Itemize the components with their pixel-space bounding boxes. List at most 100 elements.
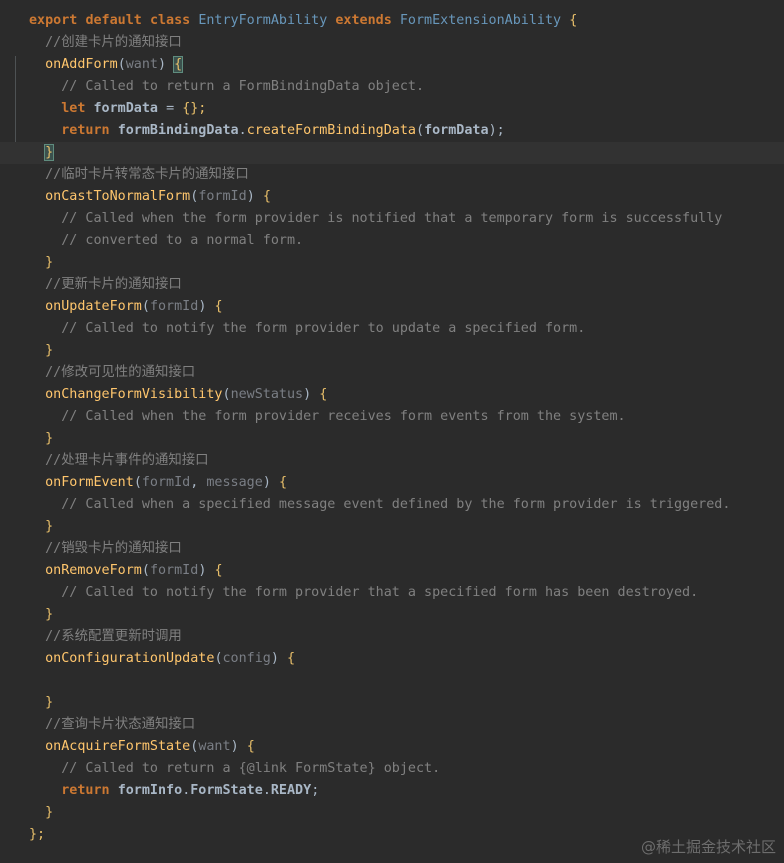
comment: //创建卡片的通知接口 [45,35,182,50]
comment: //更新卡片的通知接口 [45,277,182,292]
code-line[interactable]: export default class EntryFormAbility ex… [0,10,784,32]
separator: , [190,475,207,490]
code-line[interactable]: //修改可见性的通知接口 [0,362,784,384]
parameter: formId [141,475,191,490]
paren: ) [158,57,167,72]
method-name: onAddForm [45,57,118,72]
paren: ) [198,299,207,314]
paren: ) [262,475,271,490]
code-line[interactable]: return formInfo.FormState.READY; [0,780,784,802]
code-line[interactable]: // Called to notify the form provider to… [0,318,784,340]
property: FormState [190,783,263,798]
code-line[interactable]: // Called when a specified message event… [0,494,784,516]
paren: ( [141,299,150,314]
code-line[interactable]: } [0,340,784,362]
parameter: formId [149,299,199,314]
brace: } [45,805,54,820]
brace: { [569,13,578,28]
watermark: @稀土掘金技术社区 [640,838,776,856]
paren: ( [416,123,425,138]
code-line[interactable]: let formData = {}; [0,98,784,120]
code-line[interactable]: //更新卡片的通知接口 [0,274,784,296]
class-name: FormExtensionAbility [399,13,562,28]
paren: ); [488,123,505,138]
method-name: onUpdateForm [45,299,142,314]
code-line[interactable]: onAcquireFormState(want) { [0,736,784,758]
code-line[interactable]: onUpdateForm(formId) { [0,296,784,318]
current-line[interactable]: } [0,142,784,164]
paren: ( [133,475,142,490]
code-line[interactable]: //系统配置更新时调用 [0,626,784,648]
code-line[interactable]: //查询卡片状态通知接口 [0,714,784,736]
dot: . [262,783,271,798]
brace: { [246,739,255,754]
code-line[interactable]: // Called when the form provider is noti… [0,208,784,230]
code-line[interactable]: onConfigurationUpdate(config) { [0,648,784,670]
code-line-empty[interactable] [0,670,784,692]
brace: { [214,563,223,578]
brace: } [45,255,54,270]
comment: //临时卡片转常态卡片的通知接口 [45,167,249,182]
code-line[interactable]: // converted to a normal form. [0,230,784,252]
object-name: formInfo [117,783,183,798]
code-line[interactable]: } [0,252,784,274]
brace: }; [29,827,46,842]
code-line[interactable]: // Called when the form provider receive… [0,406,784,428]
comment: // Called to notify the form provider to… [61,321,586,336]
paren: ( [141,563,150,578]
method-name: onCastToNormalForm [45,189,191,204]
parameter: config [222,651,271,666]
code-line[interactable]: //临时卡片转常态卡片的通知接口 [0,164,784,186]
paren: ( [117,57,126,72]
object-name: formBindingData [117,123,239,138]
operator: = [166,101,175,116]
comment: // Called when the form provider is noti… [61,211,723,226]
brace: } [44,144,55,161]
code-line[interactable]: } [0,428,784,450]
paren: ( [214,651,223,666]
code-line[interactable]: // Called to return a FormBindingData ob… [0,76,784,98]
dot: . [238,123,247,138]
method-name: onChangeFormVisibility [45,387,223,402]
code-line[interactable]: onRemoveForm(formId) { [0,560,784,582]
keyword: class [149,13,191,28]
parameter: message [206,475,263,490]
code-line[interactable]: } [0,802,784,824]
code-line[interactable]: //处理卡片事件的通知接口 [0,450,784,472]
keyword: return [61,783,110,798]
comment: // Called when the form provider receive… [61,409,626,424]
code-line[interactable]: return formBindingData.createFormBinding… [0,120,784,142]
comment: //系统配置更新时调用 [45,629,182,644]
brace: } [45,431,54,446]
method-name: onRemoveForm [45,563,142,578]
semicolon: ; [311,783,320,798]
comment: //查询卡片状态通知接口 [45,717,196,732]
brace: { [278,475,287,490]
code-line[interactable]: } [0,604,784,626]
code-editor[interactable]: export default class EntryFormAbility ex… [0,0,784,863]
keyword: return [61,123,110,138]
paren: ) [270,651,279,666]
code-line[interactable]: } [0,516,784,538]
code-line[interactable]: onFormEvent(formId, message) { [0,472,784,494]
code-line[interactable]: onCastToNormalForm(formId) { [0,186,784,208]
keyword: default [85,13,142,28]
comment: // Called to return a FormBindingData ob… [61,79,425,94]
parameter: formId [198,189,247,204]
parameter: formId [149,563,199,578]
code-line[interactable]: onChangeFormVisibility(newStatus) { [0,384,784,406]
method-name: onAcquireFormState [45,739,191,754]
paren: ) [198,563,207,578]
parameter: want [125,57,158,72]
comment: //修改可见性的通知接口 [45,365,196,380]
code-line[interactable]: //创建卡片的通知接口 [0,32,784,54]
code-line[interactable]: // Called to notify the form provider th… [0,582,784,604]
code-line[interactable]: //销毁卡片的通知接口 [0,538,784,560]
code-line[interactable]: // Called to return a {@link FormState} … [0,758,784,780]
class-name: EntryFormAbility [198,13,328,28]
paren: ) [230,739,239,754]
code-line[interactable]: } [0,692,784,714]
brace: } [45,519,54,534]
code-line[interactable]: onAddForm(want) { [0,54,784,76]
comment: // Called to return a {@link FormState} … [61,761,441,776]
